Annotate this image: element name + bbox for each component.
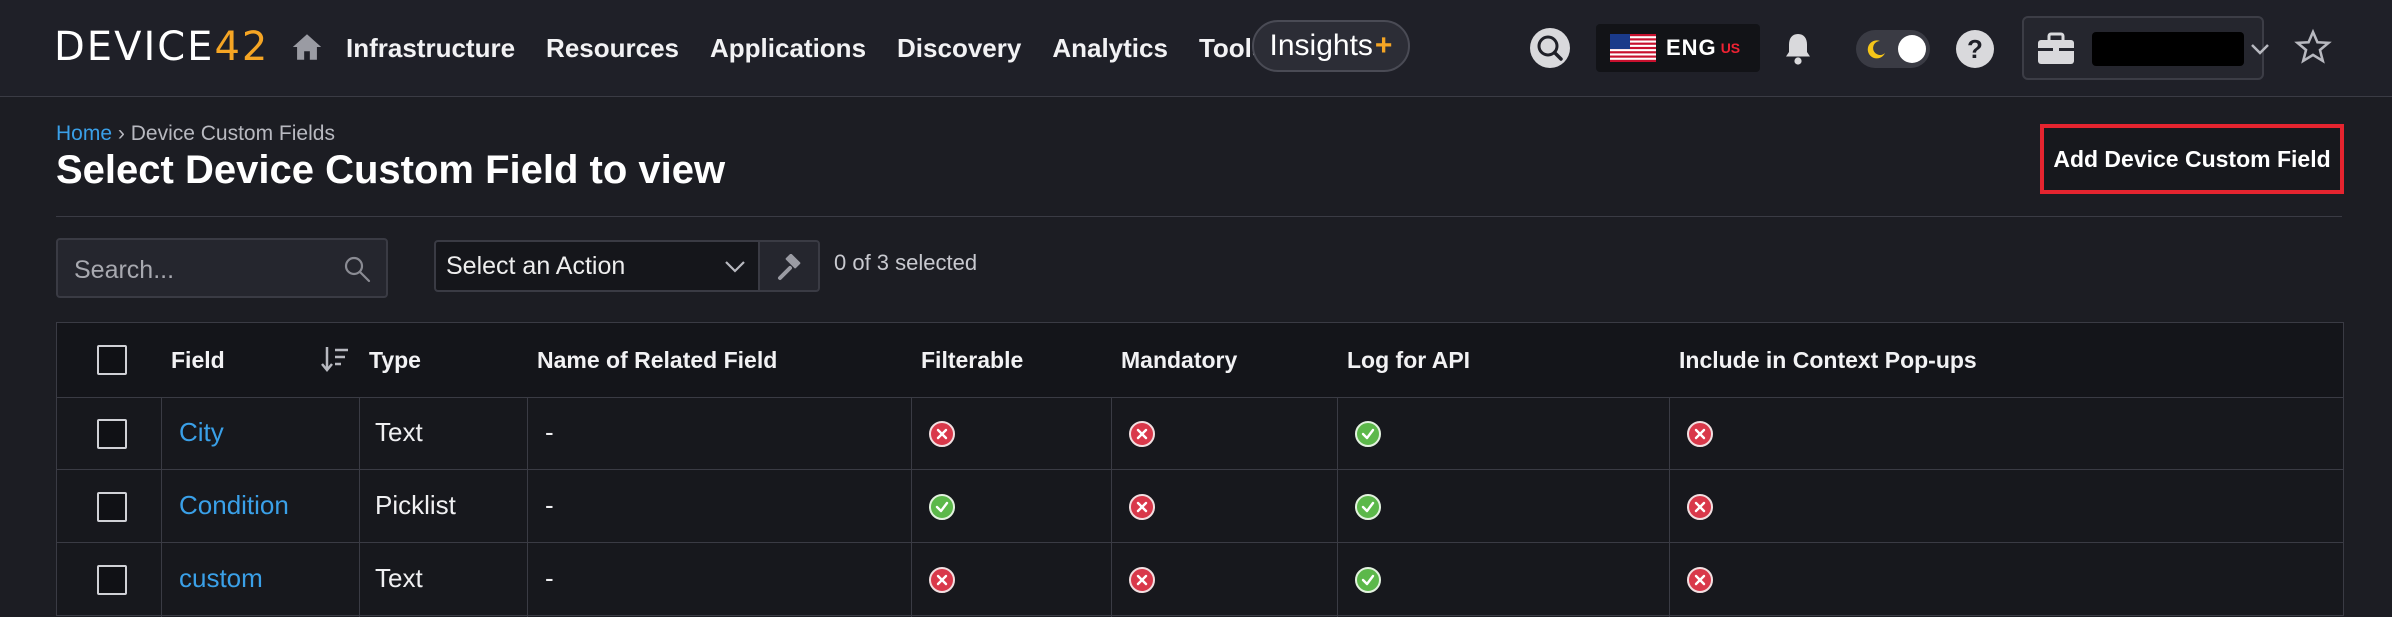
mandatory-status <box>1129 421 1155 447</box>
breadcrumb-current: Device Custom Fields <box>130 122 335 145</box>
language-region: US <box>1720 40 1741 56</box>
user-menu[interactable] <box>2022 16 2269 80</box>
nav-resources[interactable]: Resources <box>546 33 679 64</box>
column-header-context-popups[interactable]: Include in Context Pop-ups <box>1679 347 1977 374</box>
column-header-field[interactable]: Field <box>171 347 225 374</box>
column-header-type[interactable]: Type <box>369 347 421 374</box>
add-button-label: Add Device Custom Field <box>2053 145 2331 172</box>
nav-applications[interactable]: Applications <box>710 33 866 64</box>
breadcrumb: Home › Device Custom Fields <box>56 122 335 146</box>
top-navigation-bar: DEVICE 42 Infrastructure Resources Applic… <box>0 0 2392 97</box>
action-select[interactable]: Select an Action <box>434 240 760 292</box>
field-link[interactable]: Condition <box>179 490 289 521</box>
nav-analytics[interactable]: Analytics <box>1052 33 1168 64</box>
log-api-status <box>1355 494 1381 520</box>
x-icon <box>1694 501 1706 513</box>
row-checkbox[interactable] <box>97 419 127 449</box>
search-icon[interactable] <box>342 254 372 284</box>
language-selector[interactable]: ENG US <box>1596 24 1760 72</box>
main-nav: Infrastructure Resources Applications Di… <box>346 26 1297 70</box>
search-input[interactable] <box>72 252 326 288</box>
filterable-status <box>929 494 955 520</box>
redacted-username <box>2092 32 2244 66</box>
logo-main-text: DEVICE <box>54 24 215 70</box>
related-field: - <box>545 563 554 593</box>
table-row: custom Text - <box>57 543 2343 616</box>
related-field: - <box>545 490 554 520</box>
field-link[interactable]: City <box>179 417 224 448</box>
header-divider <box>56 216 2342 217</box>
sort-descending-icon[interactable] <box>319 343 351 375</box>
x-icon <box>1136 574 1148 586</box>
column-header-mandatory[interactable]: Mandatory <box>1121 347 1237 374</box>
filterable-status <box>929 567 955 593</box>
context-popups-status <box>1687 421 1713 447</box>
briefcase-icon <box>2038 32 2074 64</box>
language-code: ENG <box>1666 35 1717 60</box>
us-flag-icon <box>1610 34 1656 62</box>
home-icon[interactable] <box>290 30 324 64</box>
breadcrumb-home-link[interactable]: Home <box>56 122 112 145</box>
global-search-button[interactable] <box>1530 28 1570 68</box>
context-popups-status <box>1687 567 1713 593</box>
chevron-down-icon <box>725 261 745 273</box>
filterable-status <box>929 421 955 447</box>
x-icon <box>1694 428 1706 440</box>
mandatory-status <box>1129 567 1155 593</box>
check-icon <box>935 501 949 513</box>
table-row: City Text - <box>57 397 2343 470</box>
search-box <box>56 238 388 298</box>
mandatory-status <box>1129 494 1155 520</box>
related-field: - <box>545 417 554 447</box>
column-header-related-field[interactable]: Name of Related Field <box>537 347 777 374</box>
x-icon <box>1136 428 1148 440</box>
breadcrumb-separator: › <box>117 122 125 145</box>
row-checkbox[interactable] <box>97 492 127 522</box>
execute-action-button[interactable] <box>758 240 820 292</box>
table-header: Field Type Name of Related Field Filtera… <box>57 323 2343 398</box>
check-icon <box>1361 501 1375 513</box>
moon-icon <box>1867 40 1885 59</box>
device42-logo[interactable]: DEVICE 42 <box>54 24 269 70</box>
search-icon <box>1537 35 1563 61</box>
log-api-status <box>1355 567 1381 593</box>
insights-label: Insights <box>1269 29 1373 62</box>
context-popups-status <box>1687 494 1713 520</box>
action-select-value: Select an Action <box>446 252 626 280</box>
x-icon <box>1694 574 1706 586</box>
toggle-knob <box>1898 35 1926 63</box>
field-type: Picklist <box>375 490 456 520</box>
page-title: Select Device Custom Field to view <box>56 148 726 192</box>
theme-toggle[interactable] <box>1856 30 1930 68</box>
selected-count: 0 of 3 selected <box>834 250 978 275</box>
custom-fields-table: Field Type Name of Related Field Filtera… <box>56 322 2344 617</box>
row-checkbox[interactable] <box>97 565 127 595</box>
check-icon <box>1361 574 1375 586</box>
x-icon <box>936 428 948 440</box>
select-all-checkbox[interactable] <box>97 345 127 375</box>
table-row: Condition Picklist - <box>57 470 2343 543</box>
star-icon[interactable] <box>2294 28 2332 66</box>
help-icon: ? <box>1967 33 1983 64</box>
nav-discovery[interactable]: Discovery <box>897 33 1021 64</box>
x-icon <box>1136 501 1148 513</box>
chevron-down-icon <box>2251 44 2269 55</box>
field-type: Text <box>375 563 423 593</box>
logo-accent-text: 42 <box>214 24 270 70</box>
help-button[interactable]: ? <box>1956 30 1994 68</box>
hammer-icon <box>778 254 801 280</box>
bell-icon[interactable] <box>1780 30 1816 68</box>
field-link[interactable]: custom <box>179 563 263 594</box>
insights-plus: + <box>1374 29 1393 62</box>
nav-infrastructure[interactable]: Infrastructure <box>346 33 515 64</box>
add-device-custom-field-button[interactable]: Add Device Custom Field <box>2040 124 2344 194</box>
check-icon <box>1361 428 1375 440</box>
x-icon <box>936 574 948 586</box>
log-api-status <box>1355 421 1381 447</box>
insights-button[interactable]: Insights + <box>1252 20 1410 72</box>
column-header-filterable[interactable]: Filterable <box>921 347 1023 374</box>
field-type: Text <box>375 417 423 447</box>
column-header-log-for-api[interactable]: Log for API <box>1347 347 1470 374</box>
